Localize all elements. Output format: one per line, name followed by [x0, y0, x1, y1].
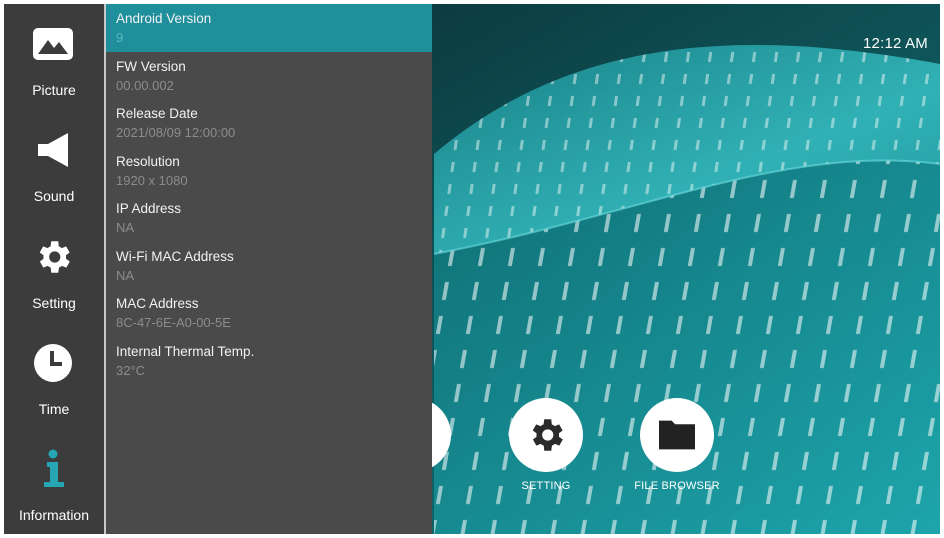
- info-row-android-version[interactable]: Android Version 9: [106, 4, 432, 52]
- info-row-fw-version[interactable]: FW Version 00.00.002: [106, 52, 432, 100]
- rail-item-information[interactable]: Information: [4, 429, 104, 533]
- info-label: Wi-Fi MAC Address: [116, 249, 234, 264]
- info-value: 2021/08/09 12:00:00: [116, 125, 236, 140]
- gear-icon: [31, 235, 75, 279]
- app-tile-setting[interactable]: SETTING: [486, 398, 606, 492]
- info-value: 00.00.002: [116, 78, 174, 93]
- rail-label: Setting: [32, 295, 76, 311]
- tv-screen: 12:12 AM E SETTING FILE BROWSER: [4, 4, 940, 534]
- info-value: NA: [116, 220, 135, 235]
- app-tile-file-browser[interactable]: FILE BROWSER: [617, 398, 737, 492]
- info-label: Release Date: [116, 106, 198, 121]
- rail-label: Picture: [32, 82, 76, 98]
- info-row-mac-address[interactable]: MAC Address 8C-47-6E-A0-00-5E: [106, 289, 432, 337]
- rail-label: Sound: [33, 188, 75, 204]
- rail-label: Information: [18, 507, 90, 523]
- rail-item-setting[interactable]: Setting: [4, 217, 104, 321]
- rail-item-time[interactable]: Time: [4, 323, 104, 427]
- info-value: 9: [116, 30, 124, 45]
- info-value: 32°C: [116, 363, 146, 378]
- settings-category-rail: Picture Sound Setting Time Information: [4, 4, 104, 534]
- gear-icon: [509, 398, 583, 472]
- app-label: SETTING: [521, 480, 571, 492]
- info-value: 8C-47-6E-A0-00-5E: [116, 315, 231, 330]
- app-label: FILE BROWSER: [634, 480, 720, 492]
- rail-label: Time: [38, 401, 70, 417]
- information-panel: Android Version 9 FW Version 00.00.002 R…: [106, 4, 432, 534]
- info-row-ip-address[interactable]: IP Address NA: [106, 194, 432, 242]
- info-label: FW Version: [116, 59, 186, 74]
- info-value: NA: [116, 268, 135, 283]
- rail-item-sound[interactable]: Sound: [4, 110, 104, 214]
- info-label: Resolution: [116, 154, 180, 169]
- info-row-wifi-mac[interactable]: Wi-Fi MAC Address NA: [106, 242, 432, 290]
- info-label: Android Version: [116, 11, 212, 26]
- info-row-resolution[interactable]: Resolution 1920 x 1080: [106, 147, 432, 195]
- info-label: IP Address: [116, 201, 182, 216]
- info-row-thermal-temp[interactable]: Internal Thermal Temp. 32°C: [106, 337, 432, 385]
- clock-icon: [31, 341, 75, 385]
- info-label: MAC Address: [116, 296, 199, 311]
- picture-icon: [31, 22, 75, 66]
- info-icon: [31, 447, 75, 491]
- info-value: 1920 x 1080: [116, 173, 188, 188]
- rail-item-picture[interactable]: Picture: [4, 4, 104, 108]
- status-clock: 12:12 AM: [863, 35, 928, 52]
- speaker-icon: [31, 128, 75, 172]
- info-label: Internal Thermal Temp.: [116, 344, 255, 359]
- folder-icon: [640, 398, 714, 472]
- info-row-release-date[interactable]: Release Date 2021/08/09 12:00:00: [106, 99, 432, 147]
